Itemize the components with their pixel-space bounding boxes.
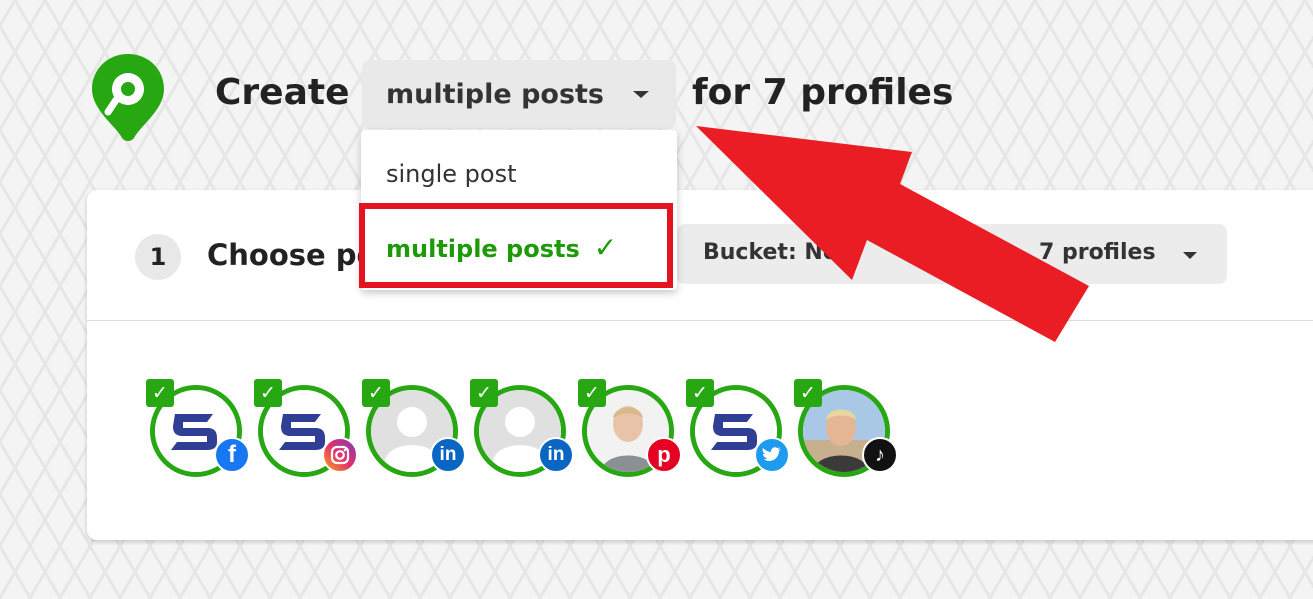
- selected-check-icon: ✓: [470, 379, 498, 407]
- step-number-badge: 1: [135, 234, 181, 280]
- red-arrow-annotation: [696, 126, 1089, 342]
- app-logo-icon: [90, 52, 166, 146]
- step-title: Choose po: [207, 238, 377, 272]
- profile-avatar[interactable]: ✓ p: [578, 379, 682, 478]
- caret-down-icon: [1183, 252, 1197, 259]
- profile-avatar[interactable]: ✓ in: [362, 379, 466, 478]
- caret-down-icon: [633, 91, 649, 98]
- create-label: Create: [215, 72, 350, 113]
- linkedin-icon: in: [430, 437, 466, 473]
- profile-avatar-list: ✓ f ✓ ✓ in ✓ in ✓ p ✓ ✓ ♪: [146, 379, 910, 483]
- selected-check-icon: ✓: [686, 379, 714, 407]
- profile-avatar[interactable]: ✓: [686, 379, 790, 478]
- selected-check-icon: ✓: [254, 379, 282, 407]
- profile-avatar[interactable]: ✓ ♪: [794, 379, 898, 478]
- profiles-count-label: for 7 profiles: [692, 72, 954, 113]
- menu-item-single-post[interactable]: single post: [386, 160, 517, 188]
- linkedin-icon: in: [538, 437, 574, 473]
- instagram-icon: [322, 437, 358, 473]
- profile-avatar[interactable]: ✓ in: [470, 379, 574, 478]
- highlight-box: [359, 203, 673, 288]
- post-mode-select[interactable]: multiple posts: [362, 60, 676, 129]
- selected-check-icon: ✓: [362, 379, 390, 407]
- twitter-icon: [754, 437, 790, 473]
- tiktok-icon: ♪: [862, 437, 898, 473]
- profile-avatar[interactable]: ✓ f: [146, 379, 250, 478]
- pinterest-icon: p: [646, 437, 682, 473]
- selected-check-icon: ✓: [578, 379, 606, 407]
- menu-item-label: single post: [386, 160, 517, 188]
- selected-check-icon: ✓: [794, 379, 822, 407]
- selected-check-icon: ✓: [146, 379, 174, 407]
- post-mode-value: multiple posts: [386, 79, 604, 110]
- facebook-icon: f: [214, 437, 250, 473]
- profile-avatar[interactable]: ✓: [254, 379, 358, 478]
